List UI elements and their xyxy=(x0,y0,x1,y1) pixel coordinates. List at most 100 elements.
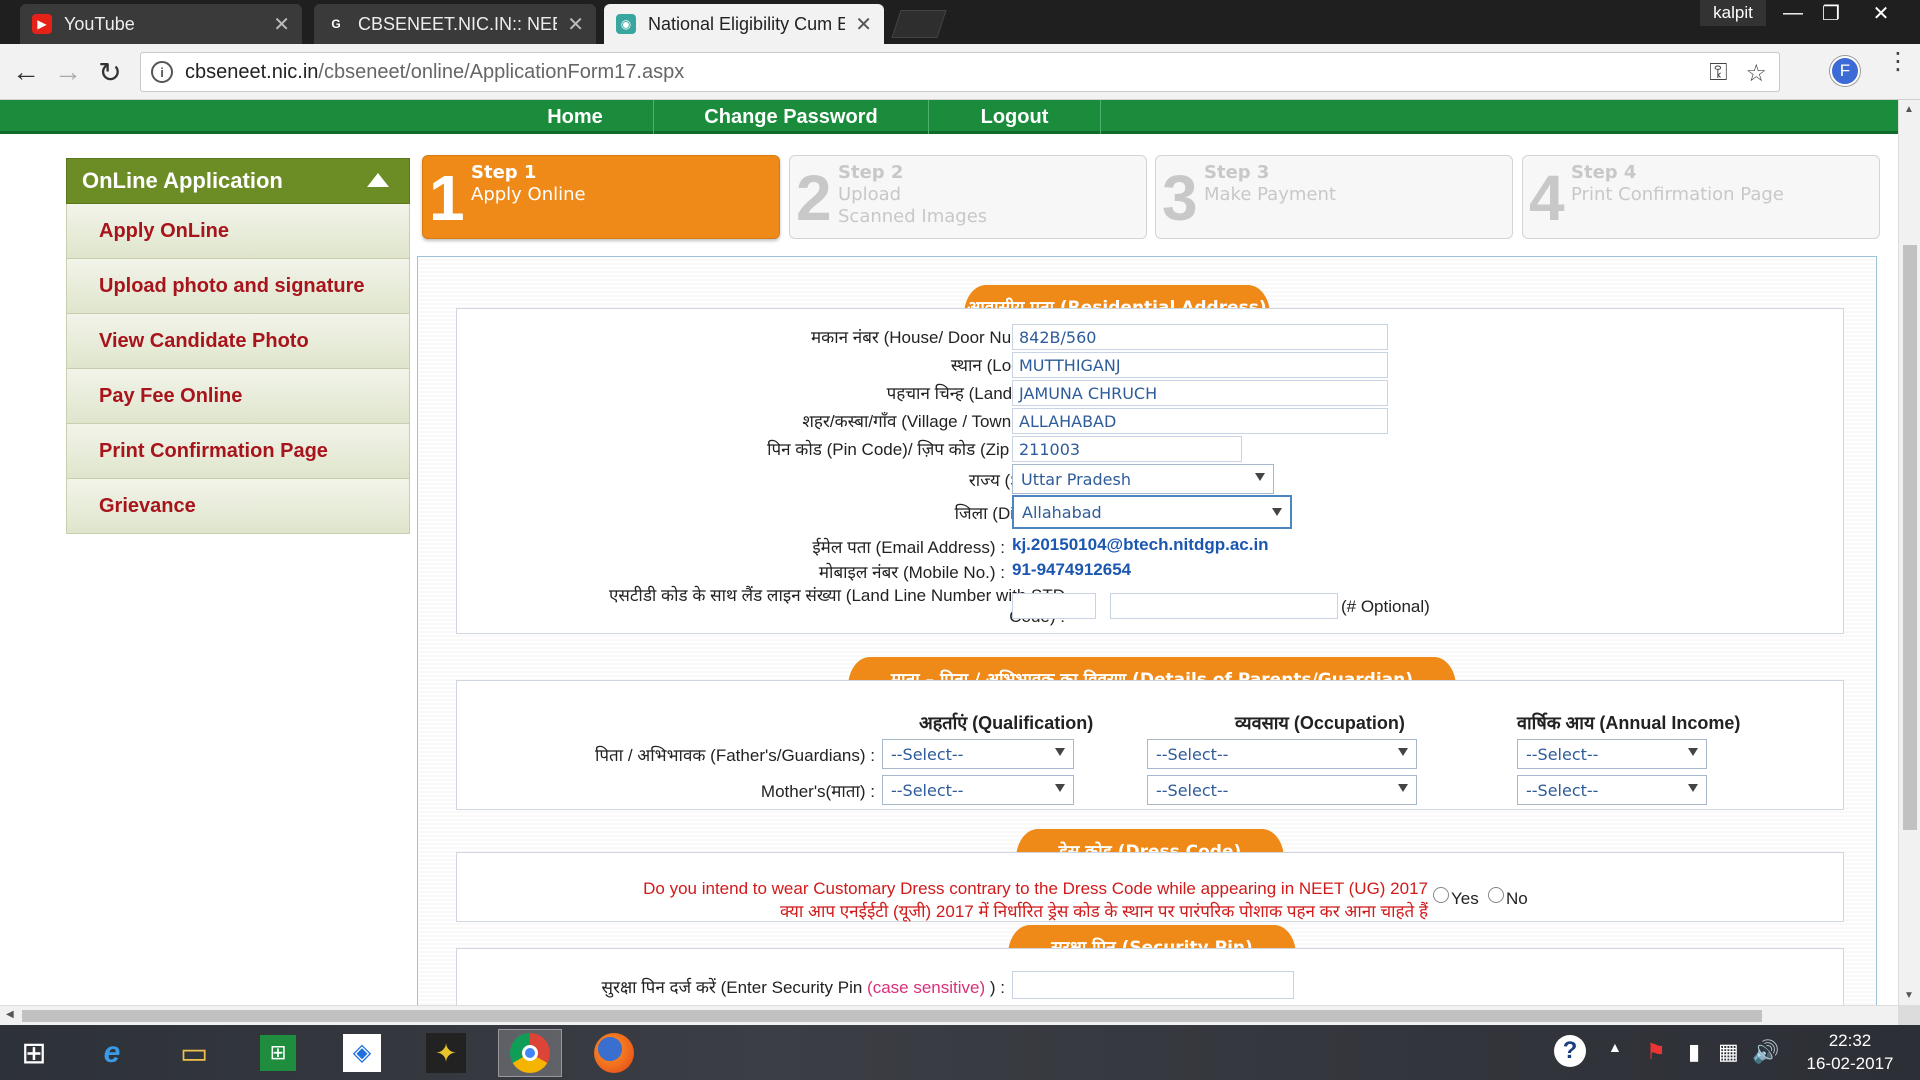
vertical-scroll-thumb[interactable] xyxy=(1903,245,1917,830)
step-number: 1 xyxy=(429,162,465,234)
horizontal-scrollbar[interactable]: ◀ xyxy=(0,1005,1898,1025)
battery-icon[interactable]: ▮ xyxy=(1688,1039,1700,1065)
show-hidden-icons-icon[interactable]: ▲ xyxy=(1608,1039,1622,1055)
email-value: kj.20150104@btech.nitdgp.ac.in xyxy=(1012,535,1269,554)
father-income-select[interactable]: --Select-- xyxy=(1517,739,1707,769)
action-center-flag-icon[interactable]: ⚑ xyxy=(1646,1039,1666,1065)
dress-code-question: Do you intend to wear Customary Dress co… xyxy=(643,879,1428,921)
collapse-arrow-icon[interactable] xyxy=(367,173,389,187)
sidebar-item-grievance[interactable]: Grievance xyxy=(66,479,410,534)
house-number-input[interactable]: 842B/560 xyxy=(1012,324,1388,350)
clock-date: 16-02-2017 xyxy=(1806,1054,1894,1073)
close-window-icon[interactable]: ✕ xyxy=(1862,0,1900,26)
security-pin-section: सुरक्षा पिन दर्ज करें (Enter Security Pi… xyxy=(456,948,1844,1005)
volume-icon[interactable]: 🔊 xyxy=(1752,1039,1779,1065)
system-clock[interactable]: 22:32 16-02-2017 xyxy=(1790,1029,1910,1075)
sidebar-item-pay-fee[interactable]: Pay Fee Online xyxy=(66,369,410,424)
std-code-input[interactable] xyxy=(1012,593,1096,619)
new-tab-button[interactable] xyxy=(891,10,947,38)
dropbox-icon[interactable]: ◈ xyxy=(330,1029,394,1077)
file-explorer-icon[interactable]: ▭ xyxy=(162,1029,226,1077)
step-4-print[interactable]: 4 Step 4 Print Confirmation Page xyxy=(1522,155,1880,239)
tab-cbseneet[interactable]: G CBSENEET.NIC.IN:: NEET ✕ xyxy=(314,4,596,44)
windows-start-icon[interactable]: ⊞ xyxy=(2,1029,66,1077)
tab-title: YouTube xyxy=(64,13,135,34)
tab-youtube[interactable]: ▶ YouTube ✕ xyxy=(20,4,302,44)
tab-title: CBSENEET.NIC.IN:: NEET xyxy=(358,13,558,34)
chevron-down-icon xyxy=(1398,748,1408,756)
profile-name[interactable]: kalpit xyxy=(1700,0,1766,26)
step-text: Make Payment xyxy=(1204,184,1336,205)
menu-icon[interactable]: ⋮ xyxy=(1886,50,1910,74)
state-select[interactable]: Uttar Pradesh xyxy=(1012,464,1274,494)
forward-icon[interactable]: → xyxy=(48,52,88,92)
step-1-apply-online[interactable]: 1 Step 1 Apply Online xyxy=(422,155,780,239)
nav-home[interactable]: Home xyxy=(497,100,654,134)
url-field[interactable]: i cbseneet.nic.in /cbseneet/online/Appli… xyxy=(140,52,1780,92)
mobile-value: 91-9474912654 xyxy=(1012,560,1132,579)
close-tab-icon[interactable]: ✕ xyxy=(567,12,584,37)
father-occupation-select[interactable]: --Select-- xyxy=(1147,739,1417,769)
close-tab-icon[interactable]: ✕ xyxy=(273,12,290,37)
sidebar-item-print-confirmation[interactable]: Print Confirmation Page xyxy=(66,424,410,479)
pin-code-input[interactable]: 211003 xyxy=(1012,436,1242,462)
dress-yes-radio[interactable] xyxy=(1433,887,1449,903)
father-qualification-select[interactable]: --Select-- xyxy=(882,739,1074,769)
network-icon[interactable]: ▦ xyxy=(1718,1039,1739,1065)
landmark-input[interactable]: JAMUNA CHRUCH xyxy=(1012,380,1388,406)
chevron-down-icon xyxy=(1055,748,1065,756)
scroll-down-icon[interactable]: ▼ xyxy=(1904,990,1914,1001)
info-icon[interactable]: i xyxy=(151,61,173,83)
tab-neet-active[interactable]: ◉ National Eligibility Cum E ✕ xyxy=(604,4,884,44)
sidebar-item-upload-photo[interactable]: Upload photo and signature xyxy=(66,259,410,314)
qualification-column-header: अहर्ताएं (Qualification) xyxy=(919,713,1094,733)
mother-occupation-select[interactable]: --Select-- xyxy=(1147,775,1417,805)
firefox-icon[interactable] xyxy=(582,1029,646,1077)
dress-no-radio[interactable] xyxy=(1488,887,1504,903)
avatar[interactable]: F xyxy=(1830,56,1860,86)
vertical-scrollbar[interactable]: ▲ ▼ xyxy=(1898,100,1920,1005)
minimize-icon[interactable]: — xyxy=(1774,0,1812,26)
internet-explorer-icon[interactable]: e xyxy=(80,1029,144,1077)
security-pin-input[interactable] xyxy=(1012,971,1294,999)
nav-logout[interactable]: Logout xyxy=(929,100,1101,134)
step-2-upload[interactable]: 2 Step 2 Upload Scanned Images xyxy=(789,155,1147,239)
reload-icon[interactable]: ↻ xyxy=(90,52,130,92)
youtube-icon: ▶ xyxy=(32,14,52,34)
chevron-down-icon xyxy=(1272,508,1282,516)
chrome-icon[interactable] xyxy=(498,1029,562,1077)
scroll-up-icon[interactable]: ▲ xyxy=(1904,104,1914,115)
locality-input[interactable]: MUTTHIGANJ xyxy=(1012,352,1388,378)
city-input[interactable]: ALLAHABAD xyxy=(1012,408,1388,434)
step-3-payment[interactable]: 3 Step 3 Make Payment xyxy=(1155,155,1513,239)
chevron-down-icon xyxy=(1398,784,1408,792)
back-icon[interactable]: ← xyxy=(6,52,46,92)
restore-icon[interactable]: ❐ xyxy=(1812,0,1850,26)
page-viewport: Home Change Password Logout OnLine Appli… xyxy=(0,100,1898,1005)
address-bar-row: ← → ↻ i cbseneet.nic.in /cbseneet/online… xyxy=(0,44,1920,100)
step-number: 3 xyxy=(1162,162,1198,234)
security-pin-label: सुरक्षा पिन दर्ज करें (Enter Security Pi… xyxy=(601,978,1005,997)
help-icon[interactable]: ? xyxy=(1554,1035,1586,1067)
state-value: Uttar Pradesh xyxy=(1021,469,1131,489)
close-tab-icon[interactable]: ✕ xyxy=(855,12,872,37)
step-text: Upload Scanned Images xyxy=(838,184,988,227)
key-icon[interactable]: ⚿ xyxy=(1709,59,1727,88)
nav-change-password[interactable]: Change Password xyxy=(654,100,929,134)
store-icon[interactable]: ⊞ xyxy=(246,1029,310,1077)
chevron-down-icon xyxy=(1688,748,1698,756)
mother-income-select[interactable]: --Select-- xyxy=(1517,775,1707,805)
district-select[interactable]: Allahabad xyxy=(1012,495,1292,529)
mother-qualification-select[interactable]: --Select-- xyxy=(882,775,1074,805)
sidebar-title: OnLine Application xyxy=(82,168,283,193)
puzzle-app-icon[interactable]: ✦ xyxy=(414,1029,478,1077)
email-label: ईमेल पता (Email Address) : xyxy=(812,538,1005,557)
sidebar-item-view-photo[interactable]: View Candidate Photo xyxy=(66,314,410,369)
landline-number-input[interactable] xyxy=(1110,593,1338,619)
bookmark-star-icon[interactable]: ☆ xyxy=(1745,59,1767,88)
sidebar-item-apply-online[interactable]: Apply OnLine xyxy=(66,204,410,259)
scroll-left-icon[interactable]: ◀ xyxy=(6,1009,14,1020)
chevron-down-icon xyxy=(1255,473,1265,481)
horizontal-scroll-thumb[interactable] xyxy=(22,1010,1762,1022)
sidebar-header[interactable]: OnLine Application xyxy=(66,158,410,204)
